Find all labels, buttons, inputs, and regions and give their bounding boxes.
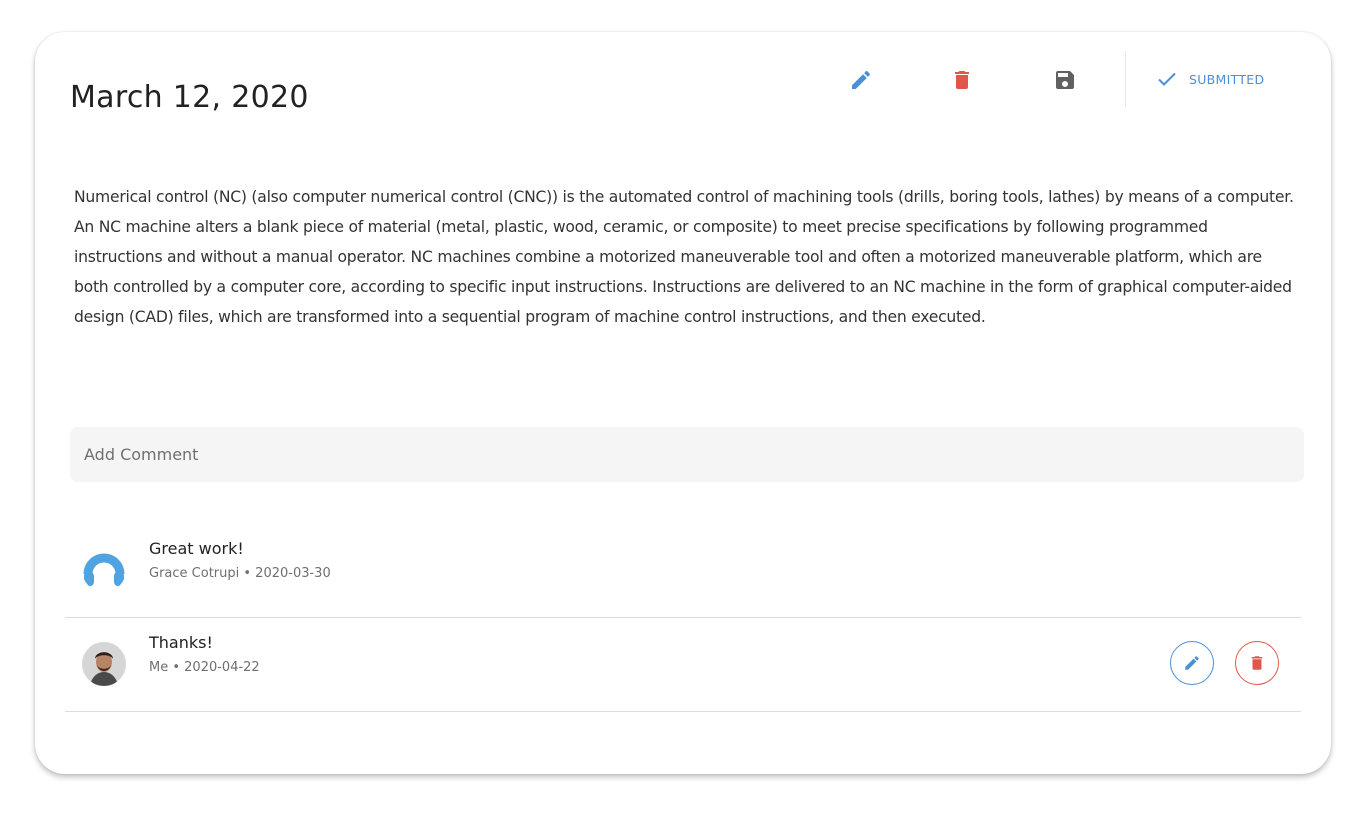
comment-meta: Grace Cotrupi • 2020-03-30 (149, 566, 331, 581)
edit-comment-button[interactable] (1170, 641, 1214, 685)
edit-entry-button[interactable] (843, 62, 879, 98)
user-avatar (82, 642, 126, 686)
checkmark-icon (1158, 72, 1176, 86)
commenter-avatar (82, 548, 126, 592)
entry-body: Numerical control (NC) (also computer nu… (74, 188, 1294, 326)
trash-icon (955, 71, 969, 89)
floppy-disk-icon (1056, 71, 1074, 89)
journal-entry-card: March 12, 2020 SUBMITTED Numerical contr… (35, 32, 1331, 774)
comment-item: Great work! Grace Cotrupi • 2020-03-30 (65, 523, 1301, 618)
add-comment-input[interactable] (70, 427, 1304, 482)
comment-text: Thanks! (149, 633, 213, 652)
comment-meta: Me • 2020-04-22 (149, 660, 260, 675)
entry-title: March 12, 2020 (70, 80, 309, 116)
submitted-status: SUBMITTED (1155, 68, 1264, 90)
headphones-avatar-icon (83, 553, 125, 586)
comment-text: Great work! (149, 539, 244, 558)
delete-entry-button[interactable] (944, 62, 980, 98)
comment-item: Thanks! Me • 2020-04-22 (65, 617, 1301, 712)
pencil-icon (1185, 656, 1199, 670)
save-entry-button[interactable] (1047, 62, 1083, 98)
toolbar-divider (1125, 51, 1126, 107)
trash-icon (1251, 656, 1263, 670)
status-label: SUBMITTED (1189, 71, 1265, 87)
user-photo-avatar-icon (82, 642, 126, 686)
delete-comment-button[interactable] (1235, 641, 1279, 685)
pencil-icon (852, 70, 871, 89)
